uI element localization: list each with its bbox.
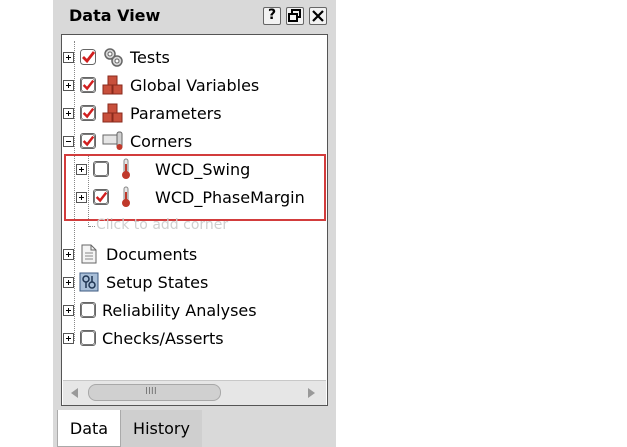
tree-item-setup-states[interactable]: Setup States (63, 270, 208, 294)
setup-states-icon (79, 272, 99, 292)
tree-item-wcd-phasemargin[interactable]: WCD_PhaseMargin (76, 185, 305, 209)
corners-checkbox[interactable] (80, 133, 96, 149)
checks-asserts-checkbox[interactable] (80, 330, 96, 346)
collapse-icon[interactable] (63, 135, 74, 147)
thermometer-icon (122, 158, 130, 179)
float-icon (288, 9, 301, 22)
scrollbar-thumb[interactable]: IIII (88, 384, 221, 401)
tab-history[interactable]: History (121, 410, 202, 447)
parameters-checkbox[interactable] (80, 105, 96, 121)
expand-icon[interactable] (76, 163, 87, 175)
tree-item-label: WCD_PhaseMargin (155, 187, 305, 207)
wcd-phasemargin-checkbox[interactable] (93, 189, 109, 205)
wcd-swing-checkbox[interactable] (93, 161, 109, 177)
document-icon (81, 244, 97, 264)
scrollbar-grip: IIII (145, 386, 157, 397)
tree-item-label: Reliability Analyses (102, 300, 257, 320)
cubes-icon (102, 75, 123, 95)
corners-icon (102, 131, 123, 150)
panel-header: Data View ? (53, 0, 336, 34)
global-variables-checkbox[interactable] (80, 77, 96, 93)
panel-title: Data View (69, 6, 161, 25)
tree-item-tests[interactable]: Tests (63, 45, 170, 69)
panel-tabs: Data History (53, 410, 336, 447)
tree-item-label: Tests (130, 47, 170, 67)
tree-item-label: Documents (106, 244, 198, 264)
data-tree[interactable]: Tests Global Variables Parameters Corner… (61, 34, 328, 406)
expand-icon[interactable] (63, 332, 74, 344)
tree-item-label: Parameters (130, 103, 222, 123)
help-button[interactable]: ? (263, 7, 281, 25)
tree-item-corners[interactable]: Corners (63, 129, 192, 153)
reliability-analyses-checkbox[interactable] (80, 302, 96, 318)
expand-icon[interactable] (63, 51, 74, 63)
tree-item-documents[interactable]: Documents (63, 242, 197, 266)
add-corner-placeholder[interactable]: Click to add corner (96, 217, 228, 233)
scroll-right-icon[interactable] (303, 385, 319, 401)
tree-item-parameters[interactable]: Parameters (63, 101, 222, 125)
expand-icon[interactable] (63, 276, 74, 288)
tree-item-global-variables[interactable]: Global Variables (63, 73, 259, 97)
cubes-icon (102, 103, 123, 123)
data-view-panel: Data View ? Tests Global Variables Param… (53, 0, 336, 447)
tree-item-label: Corners (130, 131, 193, 151)
tree-item-label: Setup States (106, 272, 209, 292)
tree-item-reliability-analyses[interactable]: Reliability Analyses (63, 298, 257, 322)
tree-line (89, 226, 95, 227)
gears-icon (104, 48, 123, 67)
tab-label: History (133, 419, 190, 438)
expand-icon[interactable] (63, 304, 74, 316)
tab-label: Data (69, 418, 109, 438)
tab-data[interactable]: Data (57, 410, 121, 447)
tree-item-checks-asserts[interactable]: Checks/Asserts (63, 326, 224, 350)
scroll-left-icon[interactable] (67, 385, 83, 401)
tree-item-label: WCD_Swing (155, 159, 251, 179)
float-button[interactable] (286, 7, 304, 25)
expand-icon[interactable] (63, 248, 74, 260)
tree-item-wcd-swing[interactable]: WCD_Swing (76, 157, 250, 181)
close-button[interactable] (309, 7, 327, 25)
tree-item-label: Checks/Asserts (102, 328, 224, 348)
expand-icon[interactable] (76, 191, 87, 203)
tree-item-label: Global Variables (130, 75, 260, 95)
thermometer-icon (122, 186, 130, 207)
help-icon: ? (268, 7, 277, 23)
close-icon (312, 10, 324, 22)
horizontal-scrollbar[interactable]: IIII (63, 380, 326, 405)
expand-icon[interactable] (63, 107, 74, 119)
expand-icon[interactable] (63, 79, 74, 91)
tests-checkbox[interactable] (80, 49, 96, 65)
